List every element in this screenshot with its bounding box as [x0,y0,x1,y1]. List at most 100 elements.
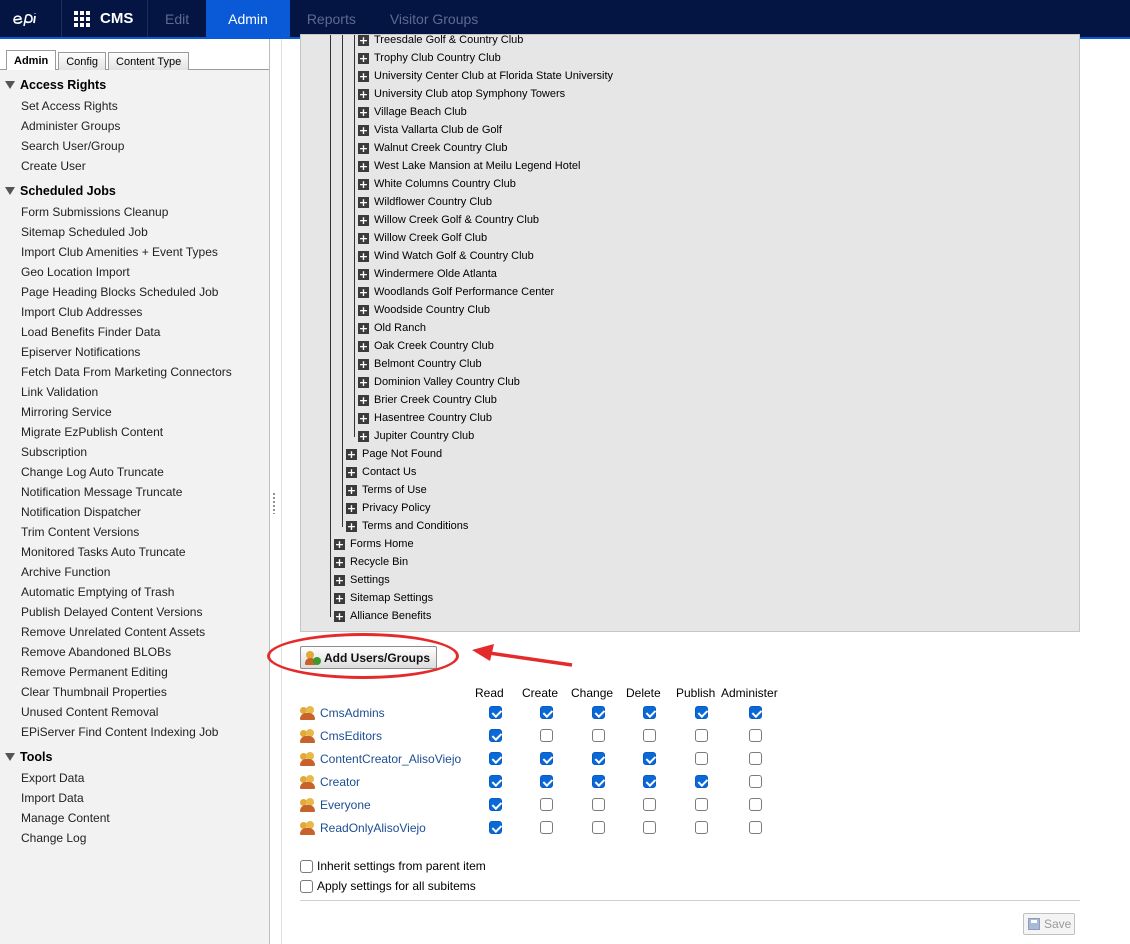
expand-plus-icon[interactable]: + [358,376,369,388]
sidebar-group-header[interactable]: Access Rights [0,76,269,94]
permission-checkbox-delete[interactable] [643,821,656,834]
tree-node[interactable]: + White Columns Country Club [358,175,516,193]
permission-checkbox-read[interactable] [489,706,502,719]
user-group-link-contentcreator-alisoviejo[interactable]: ContentCreator_AlisoViejo [320,752,461,766]
permission-checkbox-change[interactable] [592,752,605,765]
sidebar-item-subscription[interactable]: Subscription [0,442,269,462]
expand-plus-icon[interactable]: + [358,160,369,172]
tree-node[interactable]: + Willow Creek Golf Club [358,229,487,247]
sidebar-item-unused-content-removal[interactable]: Unused Content Removal [0,702,269,722]
permission-checkbox-read[interactable] [489,752,502,765]
sidebar-item-link-validation[interactable]: Link Validation [0,382,269,402]
tree-node-label[interactable]: Terms and Conditions [362,520,468,532]
tree-node-label[interactable]: Contact Us [362,466,416,478]
expand-plus-icon[interactable]: + [358,322,369,334]
tree-node[interactable]: + Village Beach Club [358,103,467,121]
tree-node-label[interactable]: Privacy Policy [362,502,430,514]
expand-plus-icon[interactable]: + [334,556,345,568]
tree-node-label[interactable]: Treesdale Golf & Country Club [374,35,523,46]
tree-node-label[interactable]: Brier Creek Country Club [374,394,497,406]
sidebar-item-form-submissions-cleanup[interactable]: Form Submissions Cleanup [0,202,269,222]
tree-node[interactable]: + Terms of Use [346,481,427,499]
permission-checkbox-read[interactable] [489,821,502,834]
expand-plus-icon[interactable]: + [358,394,369,406]
sidebar-item-import-club-amenities-event-types[interactable]: Import Club Amenities + Event Types [0,242,269,262]
permission-checkbox-delete[interactable] [643,729,656,742]
expand-plus-icon[interactable]: + [358,88,369,100]
tree-node[interactable]: + Sitemap Settings [334,589,433,607]
tab-admin[interactable]: Admin [206,0,290,37]
sidebar-item-remove-permanent-editing[interactable]: Remove Permanent Editing [0,662,269,682]
sidebar-item-notification-dispatcher[interactable]: Notification Dispatcher [0,502,269,522]
tree-node[interactable]: + Jupiter Country Club [358,427,474,445]
expand-plus-icon[interactable]: + [358,304,369,316]
expand-plus-icon[interactable]: + [358,70,369,82]
tree-node-label[interactable]: Walnut Creek Country Club [374,142,507,154]
permission-checkbox-publish[interactable] [695,821,708,834]
tree-node[interactable]: + Woodside Country Club [358,301,490,319]
sidebar-item-mirroring-service[interactable]: Mirroring Service [0,402,269,422]
sidebar-item-page-heading-blocks-scheduled-job[interactable]: Page Heading Blocks Scheduled Job [0,282,269,302]
sidebar-item-manage-content[interactable]: Manage Content [0,808,269,828]
sidebar-group-header[interactable]: Scheduled Jobs [0,182,269,200]
permission-checkbox-administer[interactable] [749,729,762,742]
tree-node-label[interactable]: Jupiter Country Club [374,430,474,442]
tree-node-label[interactable]: Village Beach Club [374,106,467,118]
permission-checkbox-read[interactable] [489,775,502,788]
sidebar-item-remove-unrelated-content-assets[interactable]: Remove Unrelated Content Assets [0,622,269,642]
tree-node[interactable]: + Oak Creek Country Club [358,337,494,355]
expand-plus-icon[interactable]: + [358,178,369,190]
sidebar-item-automatic-emptying-of-trash[interactable]: Automatic Emptying of Trash [0,582,269,602]
expand-plus-icon[interactable]: + [358,250,369,262]
tree-node[interactable]: + University Center Club at Florida State… [358,67,613,85]
permission-checkbox-administer[interactable] [749,821,762,834]
sidebar-item-archive-function[interactable]: Archive Function [0,562,269,582]
tree-node-label[interactable]: University Club atop Symphony Towers [374,88,565,100]
expand-plus-icon[interactable]: + [358,286,369,298]
tab-visitor-groups[interactable]: Visitor Groups [373,0,495,37]
tree-node[interactable]: + Contact Us [346,463,416,481]
expand-plus-icon[interactable]: + [334,574,345,586]
tree-node-label[interactable]: Sitemap Settings [350,592,433,604]
tree-node[interactable]: + Trophy Club Country Club [358,49,501,67]
permission-checkbox-read[interactable] [489,798,502,811]
episerver-logo[interactable] [0,0,62,37]
permission-checkbox-create[interactable] [540,821,553,834]
tree-node[interactable]: + Page Not Found [346,445,442,463]
tree-node-label[interactable]: Willow Creek Golf & Country Club [374,214,539,226]
permission-checkbox-administer[interactable] [749,775,762,788]
sidebar-item-import-data[interactable]: Import Data [0,788,269,808]
permission-checkbox-change[interactable] [592,775,605,788]
tree-node-label[interactable]: Alliance Benefits [350,610,431,622]
expand-plus-icon[interactable]: + [334,592,345,604]
permission-checkbox-publish[interactable] [695,706,708,719]
user-group-link-creator[interactable]: Creator [320,775,360,789]
tab-config[interactable]: Config [58,52,107,70]
expand-plus-icon[interactable]: + [358,340,369,352]
tree-node-label[interactable]: Forms Home [350,538,414,550]
tree-node[interactable]: + Settings [334,571,390,589]
sidebar-item-fetch-data-from-marketing-connectors[interactable]: Fetch Data From Marketing Connectors [0,362,269,382]
tree-node[interactable]: + Woodlands Golf Performance Center [358,283,554,301]
apply-all-subitems-checkbox[interactable] [300,879,313,893]
expand-plus-icon[interactable]: + [334,610,345,622]
tree-node-label[interactable]: White Columns Country Club [374,178,516,190]
sidebar-item-change-log-auto-truncate[interactable]: Change Log Auto Truncate [0,462,269,482]
tree-node-label[interactable]: University Center Club at Florida State … [374,70,613,82]
tree-node-label[interactable]: Old Ranch [374,322,426,334]
permission-checkbox-create[interactable] [540,798,553,811]
permission-checkbox-delete[interactable] [643,798,656,811]
permission-checkbox-delete[interactable] [643,752,656,765]
permission-checkbox-change[interactable] [592,798,605,811]
expand-plus-icon[interactable]: + [346,466,357,478]
permission-checkbox-administer[interactable] [749,798,762,811]
permission-checkbox-administer[interactable] [749,706,762,719]
expand-plus-icon[interactable]: + [346,484,357,496]
tree-node[interactable]: + Recycle Bin [334,553,408,571]
tree-node[interactable]: + Wildflower Country Club [358,193,492,211]
sidebar-item-change-log[interactable]: Change Log [0,828,269,848]
sidebar-item-search-user-group[interactable]: Search User/Group [0,136,269,156]
expand-plus-icon[interactable]: + [358,124,369,136]
permission-checkbox-publish[interactable] [695,775,708,788]
tree-node-label[interactable]: Wildflower Country Club [374,196,492,208]
